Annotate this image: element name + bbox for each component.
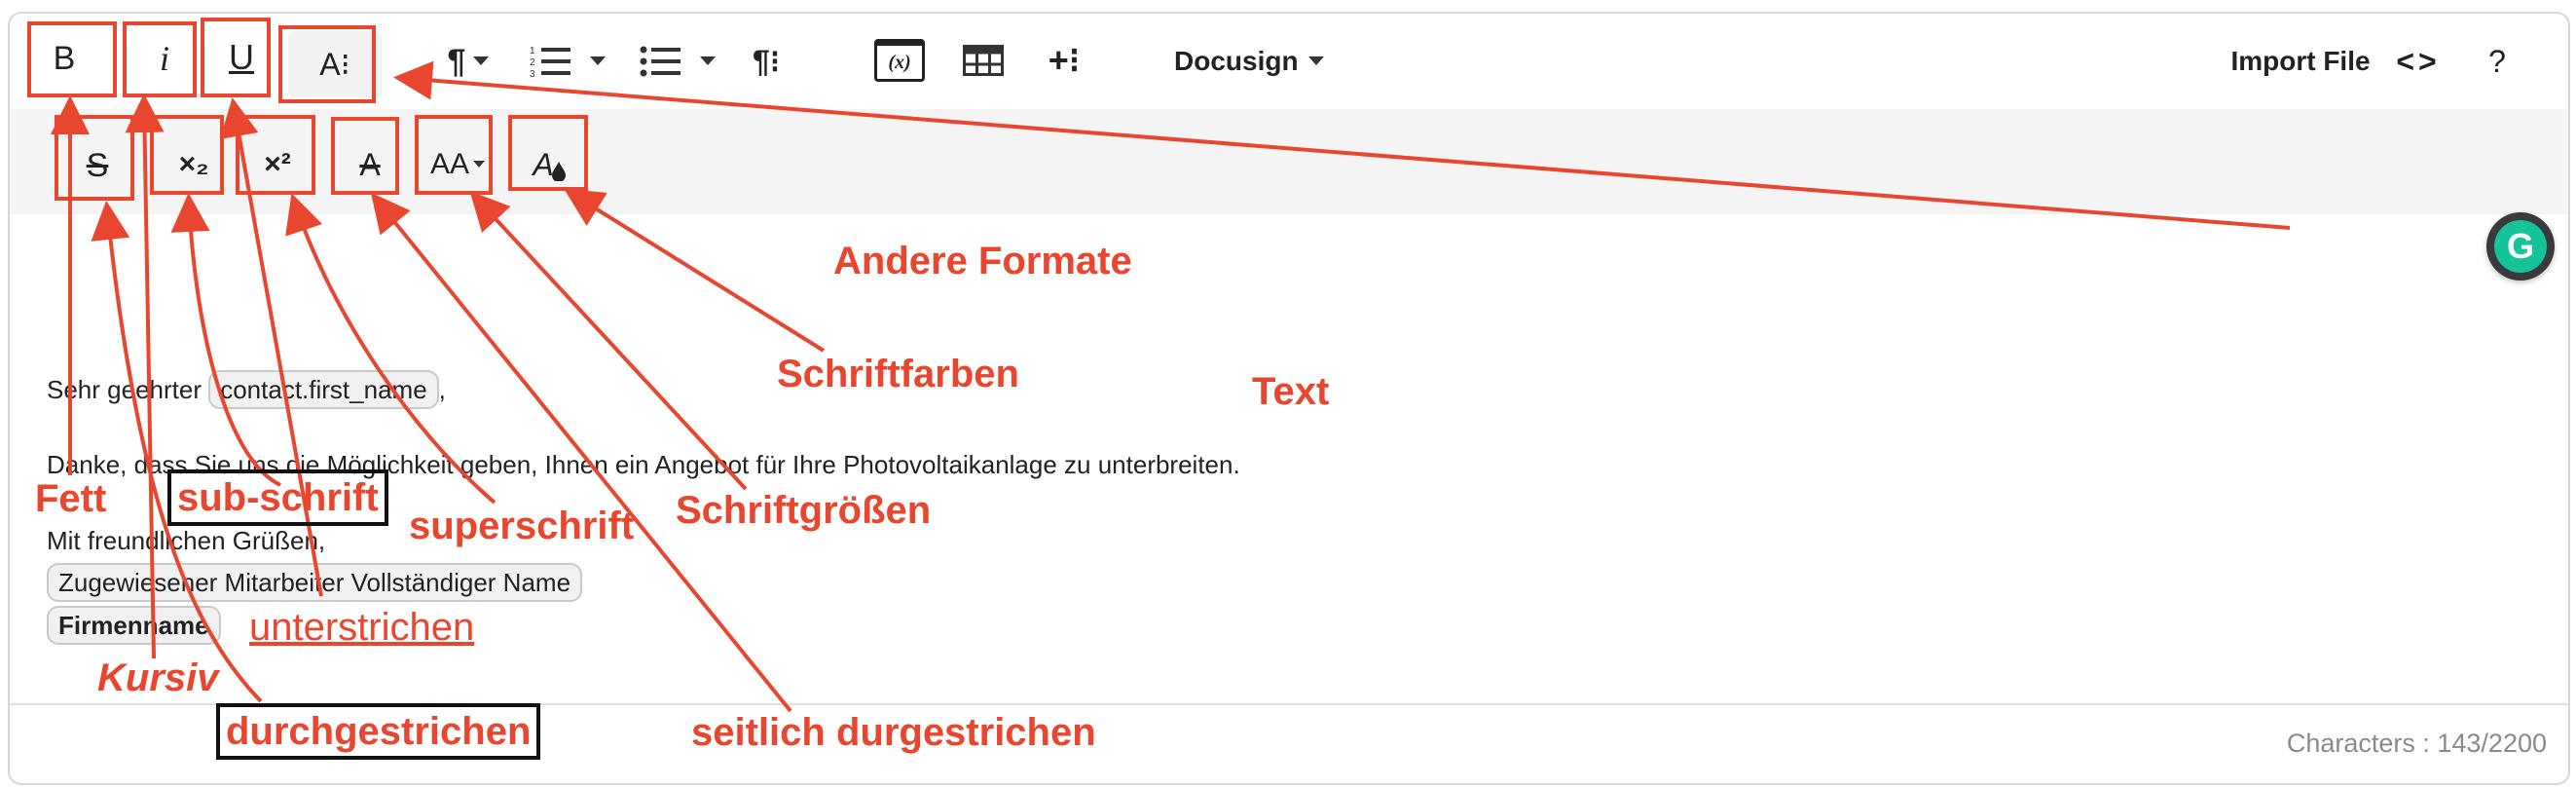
character-count: Characters : 143/2200 bbox=[2286, 729, 2547, 758]
annotation-kursiv: Kursiv bbox=[97, 656, 219, 699]
annotation-fett: Fett bbox=[35, 477, 107, 520]
subscript-label: ×₂ bbox=[178, 148, 209, 180]
bullet-list-icon bbox=[640, 46, 681, 77]
insert-more-button[interactable]: +⁝ bbox=[1040, 39, 1088, 82]
subscript-button[interactable]: ×₂ bbox=[158, 129, 230, 201]
chevron-down-icon bbox=[473, 56, 490, 65]
italic-button[interactable]: i bbox=[130, 27, 199, 90]
import-file-label: Import File bbox=[2230, 46, 2371, 76]
annotation-seitlich: seitlich durgestrichen bbox=[691, 711, 1096, 754]
annotation-schriftgroessen: Schriftgrößen bbox=[676, 489, 932, 532]
first-name-chip[interactable]: contact.first_name bbox=[208, 370, 439, 409]
unordered-list-button[interactable] bbox=[633, 37, 722, 86]
annotation-text: Text bbox=[1252, 370, 1330, 413]
variable-icon: (x) bbox=[888, 51, 911, 73]
ink-drop-icon bbox=[551, 162, 566, 181]
annotation-schriftfarben: Schriftfarben bbox=[777, 353, 1019, 395]
clear-format-label: A bbox=[359, 146, 381, 182]
code-view-button[interactable]: <> bbox=[2389, 37, 2447, 86]
svg-text:3: 3 bbox=[530, 69, 535, 79]
strikethrough-button[interactable]: S bbox=[60, 129, 134, 203]
chevron-down-icon bbox=[590, 56, 606, 65]
assigned-employee-line: Zugewiesener Mitarbeiter Vollständiger N… bbox=[47, 563, 583, 602]
chevron-down-icon bbox=[473, 161, 486, 168]
underline-button[interactable]: U bbox=[208, 23, 275, 92]
font-color-button[interactable]: A bbox=[510, 129, 588, 201]
company-line: Firmenname bbox=[47, 606, 221, 645]
italic-label: i bbox=[159, 39, 169, 78]
chevron-down-icon bbox=[1307, 56, 1324, 65]
grammarly-icon: G bbox=[2494, 220, 2547, 273]
font-size-button[interactable]: AA bbox=[419, 129, 497, 201]
annotation-durchgestrichen: durchgestrichen bbox=[216, 703, 541, 760]
help-icon: ? bbox=[2488, 43, 2506, 79]
assigned-employee-chip[interactable]: Zugewiesener Mitarbeiter Vollständiger N… bbox=[47, 563, 583, 602]
ordered-list-icon: 1 2 3 bbox=[530, 46, 570, 79]
table-icon bbox=[963, 45, 1004, 76]
greeting-line: Sehr geehrter contact.first_name, bbox=[47, 370, 446, 409]
annotation-superschrift: superschrift bbox=[409, 505, 635, 547]
more-formats-button[interactable]: A⁝ bbox=[288, 31, 382, 97]
svg-text:1: 1 bbox=[530, 46, 535, 56]
greeting-suffix: , bbox=[438, 375, 446, 404]
grammarly-badge[interactable]: G bbox=[2486, 212, 2555, 281]
more-formats-toolbar: S ×₂ ×² A AA A bbox=[10, 109, 2568, 214]
annotation-sub-schrift: sub-schrift bbox=[167, 469, 388, 526]
main-toolbar: B i U A⁝ ¶ 1 2 3 ¶⁝ (x) +⁝ Docusign Impo… bbox=[10, 14, 2568, 109]
underline-label: U bbox=[229, 37, 254, 77]
superscript-label: ×² bbox=[264, 148, 291, 180]
docusign-label: Docusign bbox=[1174, 46, 1299, 76]
superscript-button[interactable]: ×² bbox=[239, 129, 315, 201]
svg-text:2: 2 bbox=[530, 57, 535, 68]
insert-variable-button[interactable]: (x) bbox=[874, 39, 925, 82]
greeting-text: Sehr geehrter bbox=[47, 375, 202, 404]
paragraph-icon: ¶ bbox=[447, 42, 466, 80]
chevron-down-icon bbox=[700, 56, 716, 65]
font-size-label: AA bbox=[429, 148, 470, 180]
bold-button[interactable]: B bbox=[33, 27, 95, 90]
ordered-list-button[interactable]: 1 2 3 bbox=[524, 37, 611, 86]
company-name-chip[interactable]: Firmenname bbox=[47, 606, 221, 645]
annotation-unterstrichen: unterstrichen bbox=[249, 606, 475, 649]
help-button[interactable]: ? bbox=[2473, 37, 2521, 86]
closing-line: Mit freundlichen Grüßen, bbox=[47, 526, 326, 555]
clear-format-button[interactable]: A bbox=[335, 129, 405, 201]
paragraph-style-icon: ¶⁝ bbox=[753, 44, 780, 79]
strikethrough-label: S bbox=[86, 146, 109, 184]
docusign-dropdown[interactable]: Docusign bbox=[1174, 37, 1330, 86]
more-formats-label: A⁝ bbox=[319, 47, 350, 82]
code-view-icon: <> bbox=[2396, 43, 2441, 79]
paragraph-format-button[interactable]: ¶ bbox=[436, 37, 500, 86]
bold-label: B bbox=[53, 39, 76, 77]
annotation-andere-formate: Andere Formate bbox=[833, 240, 1132, 282]
paragraph-style-button[interactable]: ¶⁝ bbox=[742, 37, 791, 86]
font-color-label: A bbox=[533, 146, 554, 182]
import-file-button[interactable]: Import File bbox=[2227, 37, 2374, 86]
plus-icon: +⁝ bbox=[1048, 40, 1081, 80]
insert-table-button[interactable] bbox=[960, 39, 1007, 82]
